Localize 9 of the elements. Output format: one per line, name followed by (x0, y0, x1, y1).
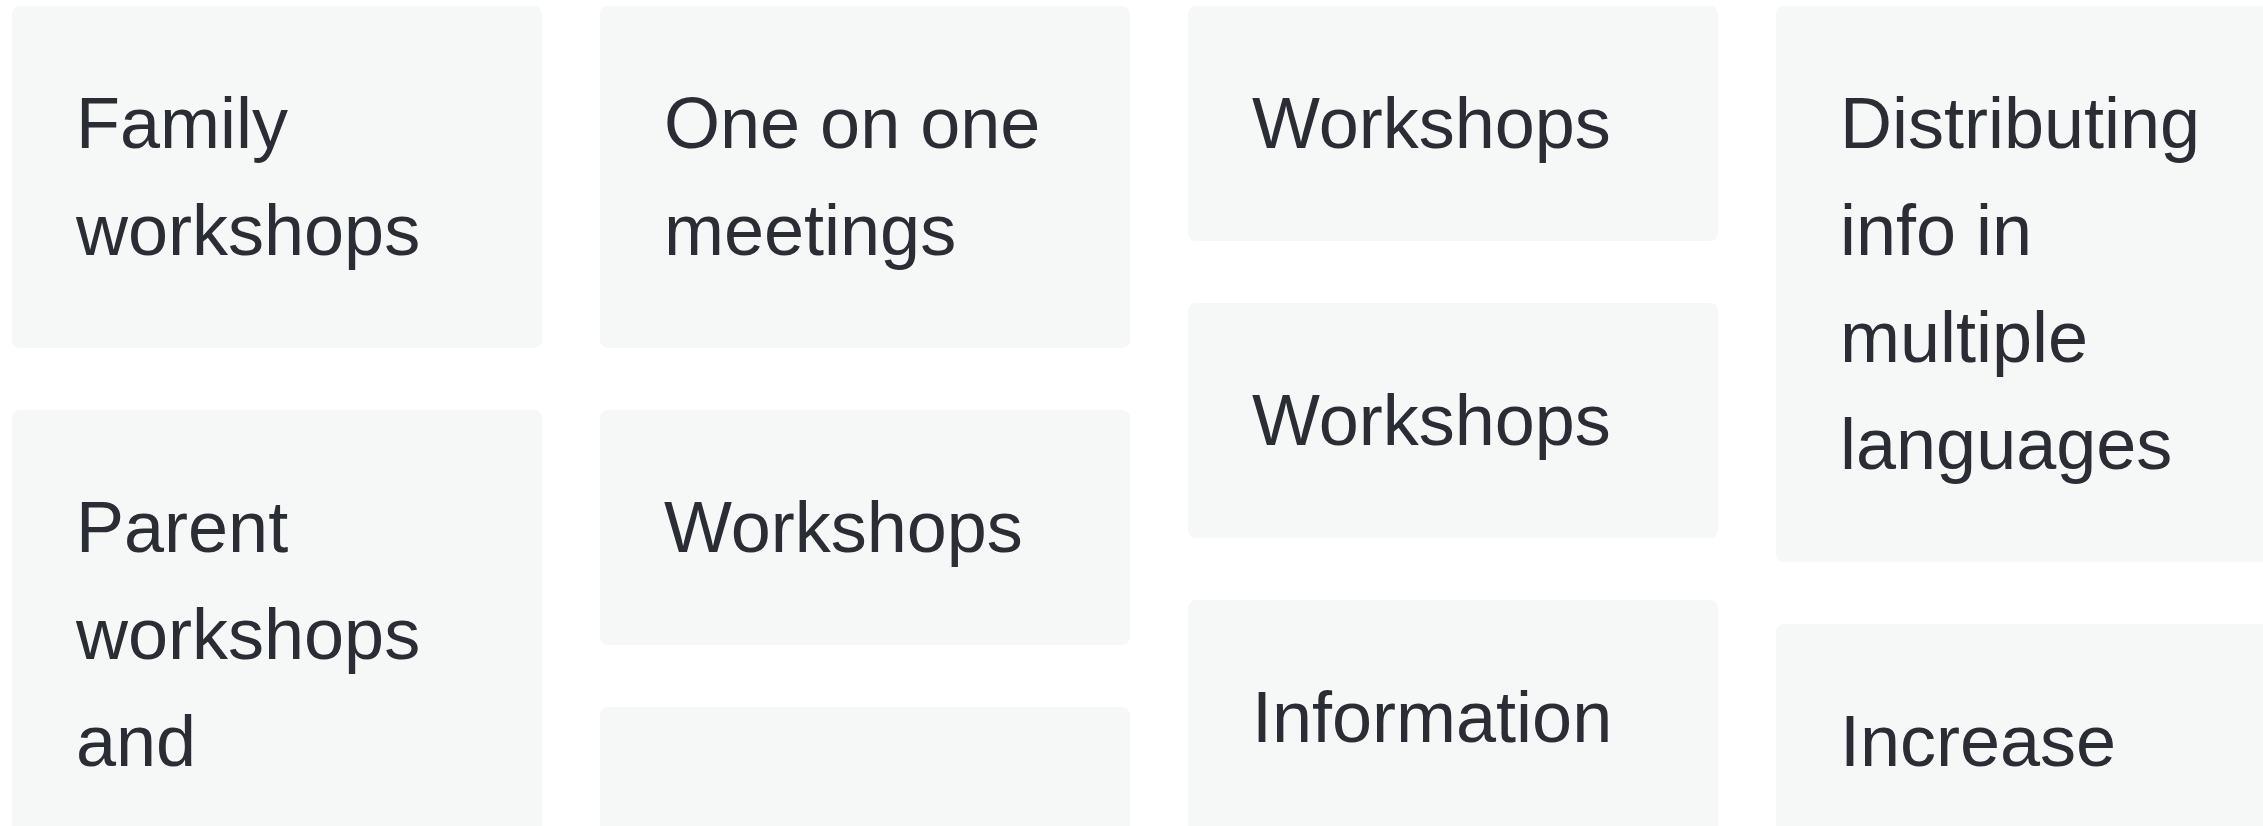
card-label: Workshops (600, 410, 1130, 645)
card-label: Workshops (1188, 6, 1718, 241)
card-label: Family workshops (12, 6, 542, 348)
card-label: Workshops (1188, 303, 1718, 538)
card-label: Distributing info in multiple languages (1776, 6, 2263, 562)
card-label: Information (1188, 600, 1718, 826)
card-label: Increase (1776, 624, 2263, 826)
card-label: Parent workshops and (12, 410, 542, 826)
card-label: One on one meetings (600, 6, 1130, 348)
